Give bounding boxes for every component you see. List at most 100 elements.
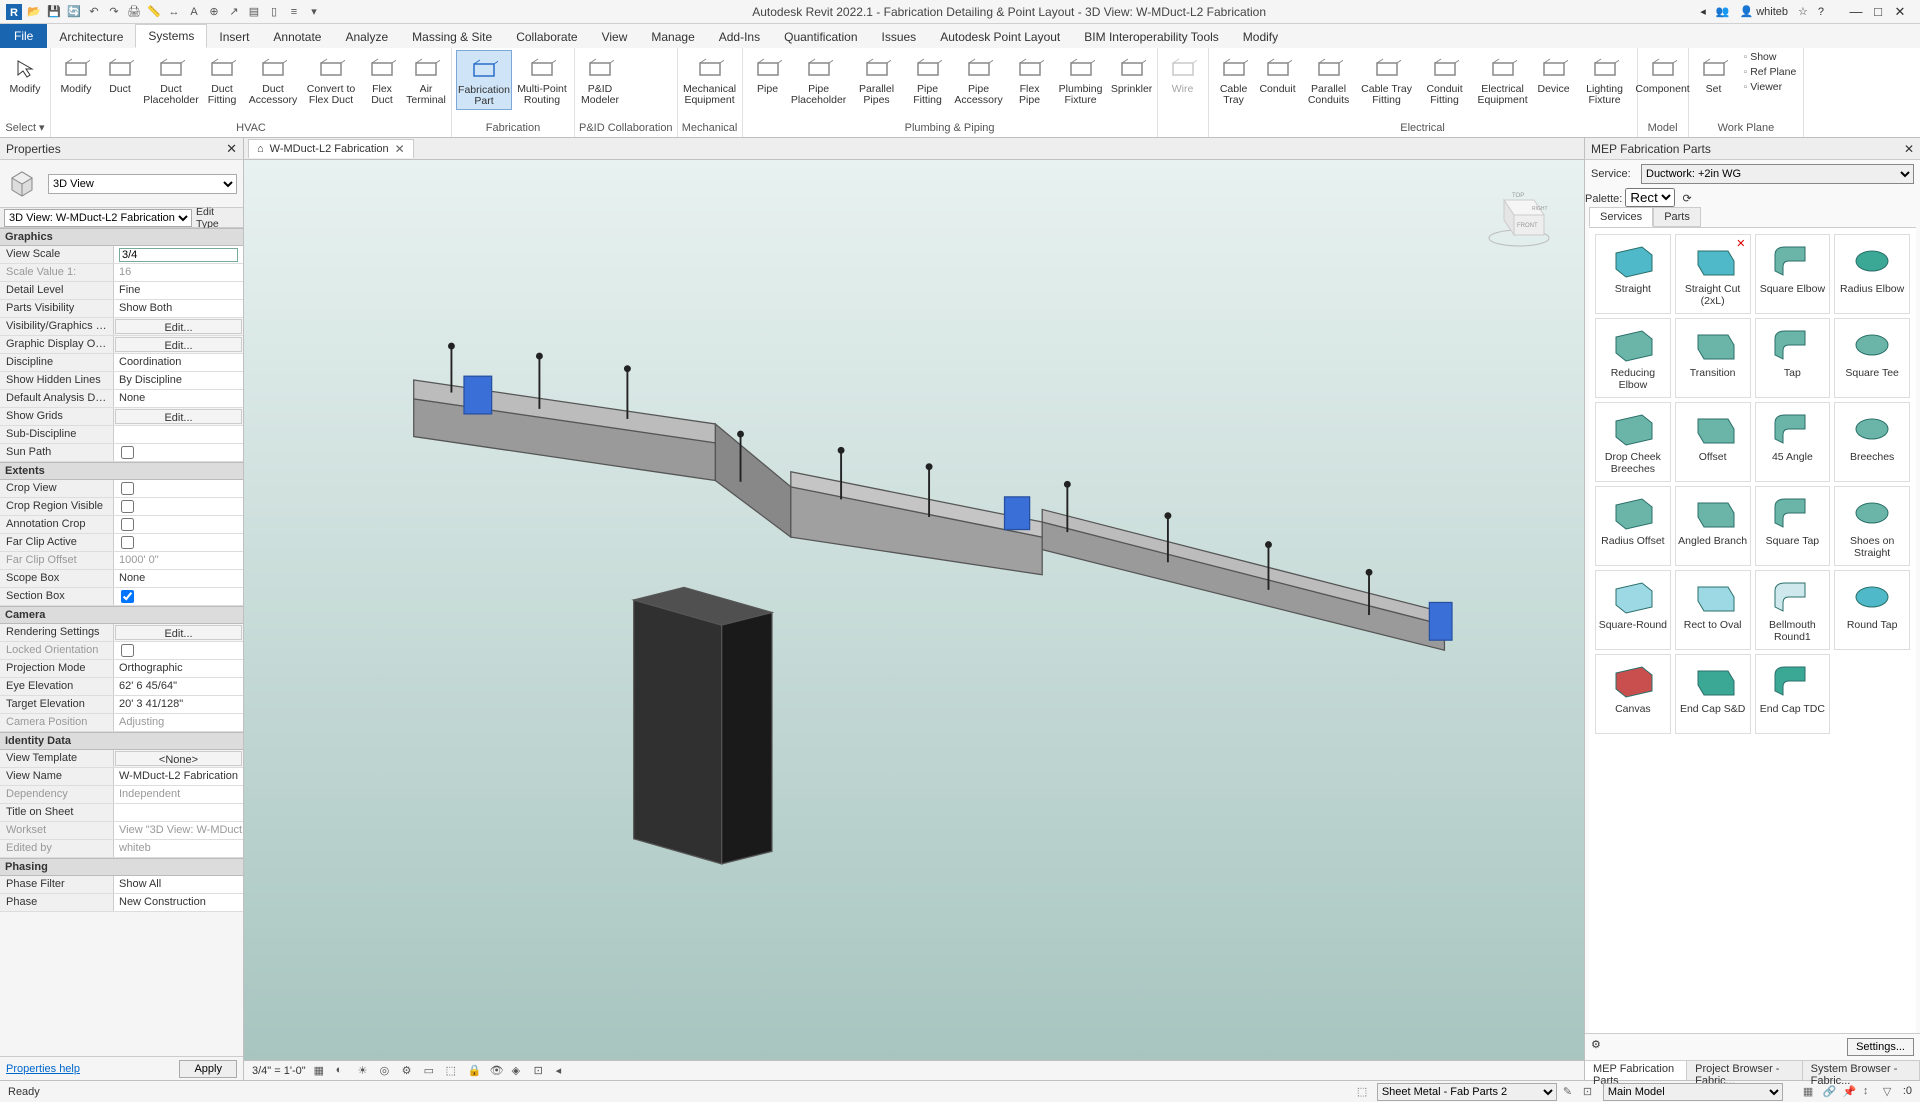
close-inactive-icon[interactable]: ▾ [306,4,322,20]
pipe-button[interactable]: Pipe [747,50,789,97]
convert-flex-duct-button[interactable]: Convert toFlex Duct [303,50,359,108]
conduit-button[interactable]: Conduit [1257,50,1299,97]
measure-icon[interactable]: 📏 [146,4,162,20]
part-end-cap-sd[interactable]: End Cap S&D [1675,654,1751,734]
part-square-tap[interactable]: Square Tap [1755,486,1831,566]
viewcube[interactable]: TOP FRONT RIGHT [1484,180,1554,250]
modify-button[interactable]: Modify [55,50,97,97]
prop-value[interactable] [114,498,243,515]
air-terminal-button[interactable]: AirTerminal [405,50,447,108]
prop-checkbox[interactable] [121,446,134,459]
part-45-angle[interactable]: 45 Angle [1755,402,1831,482]
tab-modify[interactable]: Modify [1231,26,1290,48]
tab-bim-tools[interactable]: BIM Interoperability Tools [1072,26,1231,48]
view-tab[interactable]: ⌂ W-MDuct-L2 Fabrication ✕ [248,139,414,158]
sprinkler-button[interactable]: Sprinkler [1111,50,1153,97]
prop-value[interactable]: whiteb [114,840,243,857]
print-icon[interactable]: 🖨 [126,4,142,20]
part-rect-to-oval[interactable]: Rect to Oval [1675,570,1751,650]
prop-value[interactable]: By Discipline [114,372,243,389]
part-radius-offset[interactable]: Radius Offset [1595,486,1671,566]
bottom-tab-mep[interactable]: MEP Fabrication Parts [1585,1061,1687,1080]
modify-arrow[interactable]: Modify [4,50,46,97]
tag-icon[interactable]: ↗ [226,4,242,20]
vc-visual-style-icon[interactable]: ◐ [336,1064,350,1078]
show-button[interactable]: ▫ Show [1741,50,1800,64]
view-scale-display[interactable]: 3/4" = 1'-0" [252,1065,306,1077]
palette-reload-icon[interactable]: ⟳ [1678,193,1695,205]
open-icon[interactable]: 📂 [26,4,42,20]
status-pin-icon[interactable]: 📌 [1843,1085,1857,1099]
thin-lines-icon[interactable]: ≡ [286,4,302,20]
tab-architecture[interactable]: Architecture [47,26,135,48]
part-breeches[interactable]: Breeches [1834,402,1910,482]
search-icon[interactable]: ◂ [1700,5,1706,18]
view-tab-close-icon[interactable]: ✕ [395,142,405,156]
part-remove-icon[interactable]: ✕ [1736,237,1745,250]
part-transition[interactable]: Transition [1675,318,1751,398]
prop-checkbox[interactable] [121,590,134,603]
flex-duct-button[interactable]: FlexDuct [361,50,403,108]
redo-icon[interactable]: ↷ [106,4,122,20]
minimize-button[interactable]: — [1846,4,1866,20]
status-requests-icon[interactable]: ⊡ [1583,1085,1597,1099]
view-type-select[interactable]: 3D View [48,174,237,194]
status-model-select[interactable]: Main Model [1603,1083,1783,1101]
vc-reveal-icon[interactable]: ◈ [512,1064,526,1078]
part-radius-elbow[interactable]: Radius Elbow [1834,234,1910,314]
part-canvas[interactable]: Canvas [1595,654,1671,734]
maximize-button[interactable]: □ [1868,4,1888,20]
tab-annotate[interactable]: Annotate [261,26,333,48]
mep-config-icon[interactable]: ⚙ [1591,1038,1601,1056]
status-link-icon[interactable]: 🔗 [1823,1085,1837,1099]
help-icon[interactable]: ? [1818,6,1824,18]
part-reducing-elbow[interactable]: Reducing Elbow [1595,318,1671,398]
mep-tab-services[interactable]: Services [1589,207,1653,227]
part-offset[interactable]: Offset [1675,402,1751,482]
prop-value[interactable]: Show All [114,876,243,893]
part-round-tap[interactable]: Round Tap [1834,570,1910,650]
apply-button[interactable]: Apply [179,1060,237,1078]
close-button[interactable]: ✕ [1890,4,1910,20]
properties-help-link[interactable]: Properties help [6,1063,80,1075]
vc-shadows-icon[interactable]: ◎ [380,1064,394,1078]
vc-lock-icon[interactable]: 🔒 [468,1064,482,1078]
sync-icon[interactable]: 🔄 [66,4,82,20]
parallel-pipes-button[interactable]: ParallelPipes [849,50,905,108]
prop-value[interactable] [114,804,243,821]
tab-issues[interactable]: Issues [870,26,929,48]
tab-point-layout[interactable]: Autodesk Point Layout [928,26,1072,48]
properties-close-icon[interactable]: ✕ [226,141,237,157]
tab-collaborate[interactable]: Collaborate [504,26,589,48]
prop-value[interactable]: None [114,390,243,407]
lighting-fixture-button[interactable]: LightingFixture [1577,50,1633,108]
view-instance-select[interactable]: 3D View: W-MDuct-L2 Fabrication [4,209,192,227]
service-select[interactable]: Ductwork: +2in WG [1641,164,1914,184]
part-straight-cut[interactable]: ✕Straight Cut (2xL) [1675,234,1751,314]
flex-pipe-button[interactable]: FlexPipe [1009,50,1051,108]
prop-value[interactable]: Coordination [114,354,243,371]
align-icon[interactable]: ↔ [166,4,182,20]
part-square-tee[interactable]: Square Tee [1834,318,1910,398]
viewer-button[interactable]: ▫ Viewer [1741,80,1800,94]
prop-checkbox[interactable] [121,644,134,657]
tab-file[interactable]: File [0,24,47,48]
tab-massing-site[interactable]: Massing & Site [400,26,504,48]
prop-value[interactable]: 20' 3 41/128" [114,696,243,713]
part-tap[interactable]: Tap [1755,318,1831,398]
duct-placeholder-button[interactable]: DuctPlaceholder [143,50,199,108]
text-icon[interactable]: A [186,4,202,20]
edit-type-button[interactable]: Edit Type [192,206,239,230]
prop-value[interactable] [114,588,243,605]
favorites-icon[interactable]: ☆ [1798,5,1808,18]
3d-canvas[interactable]: TOP FRONT RIGHT [244,160,1584,1060]
ref-plane-button[interactable]: ▫ Ref Plane [1741,65,1800,79]
tab-insert[interactable]: Insert [207,26,261,48]
vc-crop-show-icon[interactable]: ⬚ [446,1064,460,1078]
user-icon[interactable]: 👥 [1716,5,1730,18]
electrical-equipment-button[interactable]: ElectricalEquipment [1475,50,1531,108]
prop-checkbox[interactable] [121,518,134,531]
part-end-cap-tdc[interactable]: End Cap TDC [1755,654,1831,734]
device-button[interactable]: Device [1533,50,1575,97]
dim-icon[interactable]: ⊕ [206,4,222,20]
